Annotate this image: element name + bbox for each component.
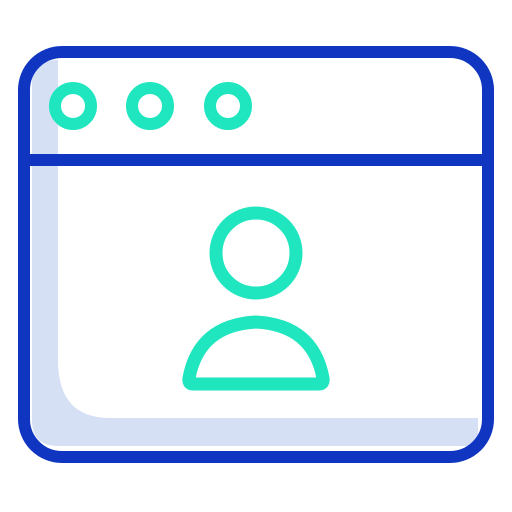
- window-dot-2: [126, 82, 174, 130]
- icon-svg: [18, 46, 494, 463]
- browser-user-profile-icon: [0, 0, 512, 512]
- window-dot-3: [204, 82, 252, 130]
- window-dot-1: [49, 82, 97, 130]
- user-body: [182, 315, 330, 391]
- user-head: [209, 206, 303, 300]
